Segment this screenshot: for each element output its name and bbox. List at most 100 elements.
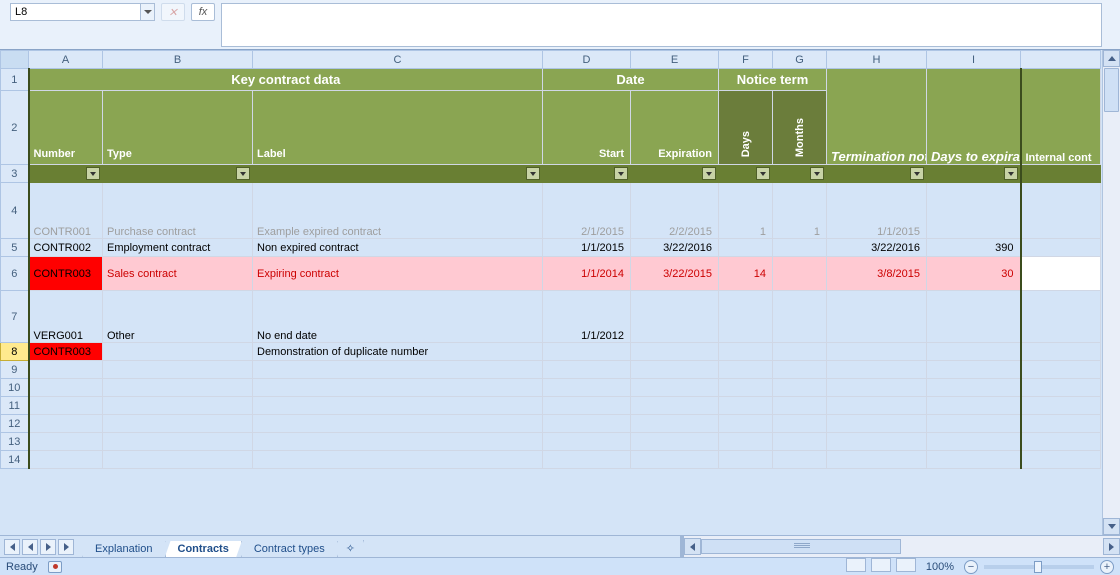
formula-cancel-button[interactable]: ✕ xyxy=(161,3,185,21)
grid-table[interactable]: A B C D E F G H I 1 Key contract data Da… xyxy=(0,50,1101,469)
select-all-corner[interactable] xyxy=(1,51,29,69)
cell-term[interactable]: 1/1/2015 xyxy=(827,183,927,239)
filter-button-H[interactable] xyxy=(910,167,924,180)
formula-input[interactable] xyxy=(221,3,1102,47)
col-header-D[interactable]: D xyxy=(543,51,631,69)
zoom-in-button[interactable]: + xyxy=(1100,560,1114,574)
col-header-C[interactable]: C xyxy=(253,51,543,69)
row-header-10[interactable]: 10 xyxy=(1,379,29,397)
cell-dte[interactable] xyxy=(927,291,1021,343)
name-box[interactable]: L8 xyxy=(10,3,141,21)
cell-number[interactable]: CONTR002 xyxy=(29,239,103,257)
col-header-H[interactable]: H xyxy=(827,51,927,69)
tab-nav-last[interactable] xyxy=(58,539,74,555)
scroll-right-button[interactable] xyxy=(1103,538,1120,555)
row-header-8[interactable]: 8 xyxy=(1,343,29,361)
row-header-9[interactable]: 9 xyxy=(1,361,29,379)
row-header-11[interactable]: 11 xyxy=(1,397,29,415)
name-box-dropdown[interactable] xyxy=(141,3,155,21)
insert-function-button[interactable]: fx xyxy=(191,3,215,21)
filter-button-C[interactable] xyxy=(526,167,540,180)
tab-contract-types[interactable]: Contract types xyxy=(241,541,338,558)
cell-term[interactable]: 3/22/2016 xyxy=(827,239,927,257)
cell-label[interactable]: Demonstration of duplicate number xyxy=(253,343,543,361)
tab-contracts[interactable]: Contracts xyxy=(165,541,242,558)
row-header-5[interactable]: 5 xyxy=(1,239,29,257)
scrollbar-thumb[interactable] xyxy=(1104,68,1119,112)
row-header-3[interactable]: 3 xyxy=(1,165,29,183)
col-header-more[interactable] xyxy=(1021,51,1101,69)
filter-button-F[interactable] xyxy=(756,167,770,180)
col-header-I[interactable]: I xyxy=(927,51,1021,69)
cell-exp[interactable]: 3/22/2015 xyxy=(631,257,719,291)
cell-dte[interactable] xyxy=(927,343,1021,361)
row-header-7[interactable]: 7 xyxy=(1,291,29,343)
cell-type[interactable]: Sales contract xyxy=(103,257,253,291)
cell-label[interactable]: No end date xyxy=(253,291,543,343)
cell-term[interactable] xyxy=(827,291,927,343)
cell-exp[interactable] xyxy=(631,291,719,343)
cell-label[interactable]: Example expired contract xyxy=(253,183,543,239)
tab-nav-next[interactable] xyxy=(40,539,56,555)
cell-days[interactable]: 14 xyxy=(719,257,773,291)
table-row[interactable]: 5 CONTR002 Employment contract Non expir… xyxy=(1,239,1101,257)
table-row[interactable]: 8 CONTR003 Demonstration of duplicate nu… xyxy=(1,343,1101,361)
cell-start[interactable]: 1/1/2012 xyxy=(543,291,631,343)
row-header-12[interactable]: 12 xyxy=(1,415,29,433)
tab-new-sheet[interactable]: ✧ xyxy=(337,540,364,558)
cell-dte[interactable]: 390 xyxy=(927,239,1021,257)
cell-months[interactable] xyxy=(773,239,827,257)
cell-term[interactable]: 3/8/2015 xyxy=(827,257,927,291)
cell-months[interactable]: 1 xyxy=(773,183,827,239)
row-header-14[interactable]: 14 xyxy=(1,451,29,469)
macro-record-icon[interactable] xyxy=(48,561,62,573)
filter-button-B[interactable] xyxy=(236,167,250,180)
row-header-2[interactable]: 2 xyxy=(1,91,29,165)
cell-number[interactable]: CONTR001 xyxy=(29,183,103,239)
cell-dte[interactable]: 30 xyxy=(927,257,1021,291)
table-row[interactable]: 9 xyxy=(1,361,1101,379)
filter-button-D[interactable] xyxy=(614,167,628,180)
zoom-slider-thumb[interactable] xyxy=(1034,561,1042,573)
tab-explanation[interactable]: Explanation xyxy=(82,541,166,558)
scroll-up-button[interactable] xyxy=(1103,50,1120,67)
col-header-E[interactable]: E xyxy=(631,51,719,69)
scroll-track[interactable] xyxy=(701,538,1103,555)
cell-start[interactable] xyxy=(543,343,631,361)
cell-start[interactable]: 2/1/2015 xyxy=(543,183,631,239)
row-header-13[interactable]: 13 xyxy=(1,433,29,451)
cell-start[interactable]: 1/1/2015 xyxy=(543,239,631,257)
row-header-1[interactable]: 1 xyxy=(1,69,29,91)
cell-type[interactable]: Purchase contract xyxy=(103,183,253,239)
table-row[interactable]: 13 xyxy=(1,433,1101,451)
cell-start[interactable]: 1/1/2014 xyxy=(543,257,631,291)
table-row[interactable]: 6 CONTR003 Sales contract Expiring contr… xyxy=(1,257,1101,291)
cell-exp[interactable] xyxy=(631,343,719,361)
cell-exp[interactable]: 2/2/2015 xyxy=(631,183,719,239)
cell-number[interactable]: CONTR003 xyxy=(29,257,103,291)
scrollbar-thumb[interactable] xyxy=(701,539,901,554)
zoom-out-button[interactable]: − xyxy=(964,560,978,574)
cell-days[interactable] xyxy=(719,343,773,361)
vertical-scrollbar[interactable] xyxy=(1102,50,1120,535)
table-row[interactable]: 7 VERG001 Other No end date 1/1/2012 xyxy=(1,291,1101,343)
col-header-G[interactable]: G xyxy=(773,51,827,69)
cell-days[interactable] xyxy=(719,291,773,343)
zoom-slider[interactable] xyxy=(984,565,1094,569)
cell-months[interactable] xyxy=(773,343,827,361)
view-normal-button[interactable] xyxy=(846,558,866,572)
filter-button-A[interactable] xyxy=(86,167,100,180)
table-row[interactable]: 4 CONTR001 Purchase contract Example exp… xyxy=(1,183,1101,239)
table-row[interactable]: 14 xyxy=(1,451,1101,469)
cell-number[interactable]: VERG001 xyxy=(29,291,103,343)
cell-type[interactable] xyxy=(103,343,253,361)
cell-number[interactable]: CONTR003 xyxy=(29,343,103,361)
col-header-B[interactable]: B xyxy=(103,51,253,69)
cell-label[interactable]: Expiring contract xyxy=(253,257,543,291)
cell-term[interactable] xyxy=(827,343,927,361)
scroll-left-button[interactable] xyxy=(684,538,701,555)
col-header-F[interactable]: F xyxy=(719,51,773,69)
cell-months[interactable] xyxy=(773,257,827,291)
cell-dte[interactable] xyxy=(927,183,1021,239)
cell-days[interactable]: 1 xyxy=(719,183,773,239)
